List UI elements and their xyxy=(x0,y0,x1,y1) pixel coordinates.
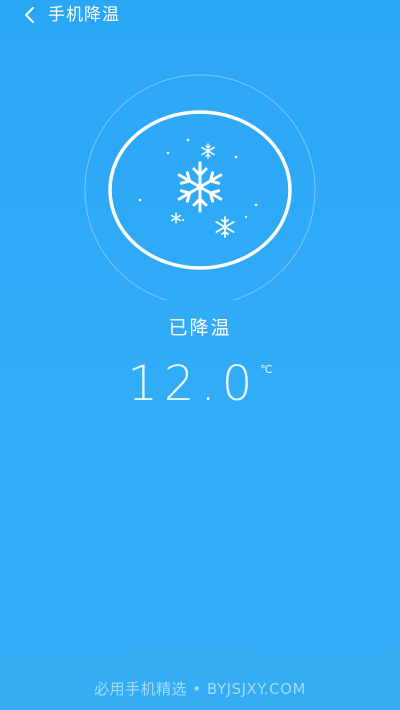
small-snowflake-icon xyxy=(201,143,215,159)
cooling-status: 已降温 xyxy=(168,317,232,339)
temperature-unit: ℃ xyxy=(260,363,273,376)
temperature-value: 12.0 xyxy=(127,356,259,412)
watermark: 必用手机精选 • BYJSJXY.COM xyxy=(94,680,306,698)
snowflake-icon xyxy=(177,161,223,213)
temperature-display: 12.0 ℃ xyxy=(0,355,400,415)
cooling-graphic xyxy=(84,74,316,300)
cooling-screen: 手机降温 已降温 12.0 ℃ 必用手机精选 • BYJSJXY.COM xyxy=(0,0,400,710)
sparkle-icons xyxy=(138,138,258,222)
small-snowflake-icon xyxy=(170,212,182,224)
small-snowflake-icon xyxy=(215,216,235,238)
